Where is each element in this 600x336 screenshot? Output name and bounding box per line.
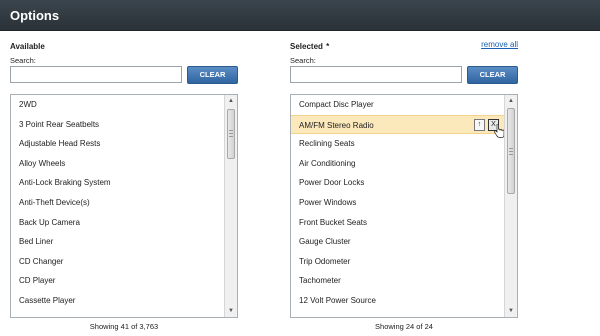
list-item[interactable]: Reclining Seats xyxy=(291,134,505,154)
selected-scroll-thumb[interactable] xyxy=(507,108,515,194)
list-item-label: Anti-Theft Device(s) xyxy=(19,197,90,207)
list-item-label: Child Safety Locks xyxy=(19,316,85,317)
list-item-label: Adjustable Head Rests xyxy=(19,139,101,149)
list-item[interactable]: Compact Disc Player xyxy=(291,95,505,115)
list-item-label: CD Player xyxy=(19,276,56,286)
list-item[interactable]: Power Windows xyxy=(291,193,505,213)
selected-scrollbar[interactable]: ▲ ▼ xyxy=(504,95,517,317)
list-item[interactable]: Power Door Locks xyxy=(291,173,505,193)
list-item[interactable]: Anti-Lock Braking System xyxy=(11,173,225,193)
selected-list: Compact Disc Player AM/FM Stereo Radio ↑ X R… xyxy=(290,94,518,318)
list-item-label: Trip Odometer xyxy=(299,256,351,266)
scroll-down-icon[interactable]: ▼ xyxy=(505,305,517,317)
list-item[interactable]: 3 Point Rear Seatbelts xyxy=(11,115,225,135)
available-scrollbar[interactable]: ▲ ▼ xyxy=(224,95,237,317)
list-item[interactable]: Child Safety Locks xyxy=(11,311,225,317)
available-count: Showing 41 of 3,763 xyxy=(89,322,159,331)
available-title: Available xyxy=(10,42,45,51)
list-item-label: Power Windows xyxy=(299,197,357,207)
list-item[interactable]: CD Changer xyxy=(11,252,225,272)
options-header: Options xyxy=(0,0,600,31)
list-item[interactable]: Adjustable Head Rests xyxy=(11,134,225,154)
list-item-label: Gauge Cluster xyxy=(299,237,351,247)
list-item[interactable]: Gauge Cluster xyxy=(291,232,505,252)
list-item-label: Alloy Wheels xyxy=(19,158,66,168)
list-item-label: Tilt Steering xyxy=(299,316,341,317)
move-up-button[interactable]: ↑ xyxy=(474,118,485,131)
list-item-label: Anti-Lock Braking System xyxy=(19,178,111,188)
selected-clear-button[interactable]: CLEAR xyxy=(467,66,518,84)
list-item[interactable]: Air Conditioning xyxy=(291,154,505,174)
page-title: Options xyxy=(10,8,60,23)
list-item-label: Cassette Player xyxy=(19,295,76,305)
list-item[interactable]: Alloy Wheels xyxy=(11,154,225,174)
scroll-up-icon[interactable]: ▲ xyxy=(505,95,517,107)
list-item[interactable]: CD Player xyxy=(11,271,225,291)
remove-all-link[interactable]: remove all xyxy=(481,40,518,49)
available-scroll-thumb[interactable] xyxy=(227,109,235,159)
list-item-label: Bed Liner xyxy=(19,237,54,247)
list-item-label: Air Conditioning xyxy=(299,158,356,168)
list-item-label: 2WD xyxy=(19,100,37,109)
list-item[interactable]: Cassette Player xyxy=(11,291,225,311)
list-item[interactable]: Front Bucket Seats xyxy=(291,213,505,233)
selected-title-text: Selected xyxy=(290,42,323,51)
available-search-label: Search: xyxy=(10,56,36,65)
list-item-label: Front Bucket Seats xyxy=(299,217,368,227)
required-mark: * xyxy=(326,42,330,51)
list-item-label: Reclining Seats xyxy=(299,139,355,149)
list-item-label: Tachometer xyxy=(299,276,341,286)
list-item-label: Back Up Camera xyxy=(19,217,80,227)
list-item[interactable]: Bed Liner xyxy=(11,232,225,252)
list-item-label: AM/FM Stereo Radio xyxy=(299,120,374,130)
list-item[interactable]: Tilt Steering xyxy=(291,311,505,317)
list-item-label: 3 Point Rear Seatbelts xyxy=(19,119,100,129)
selected-title: Selected * xyxy=(290,42,329,51)
selected-search-input[interactable] xyxy=(290,66,462,83)
selected-count: Showing 24 of 24 xyxy=(375,322,433,331)
list-item-label: Power Door Locks xyxy=(299,178,365,188)
selected-search-label: Search: xyxy=(290,56,316,65)
selected-items: Compact Disc Player AM/FM Stereo Radio ↑ X R… xyxy=(291,95,505,317)
available-clear-button[interactable]: CLEAR xyxy=(187,66,238,84)
list-item-label: Compact Disc Player xyxy=(299,100,374,109)
scroll-down-icon[interactable]: ▼ xyxy=(225,305,237,317)
list-item[interactable]: Tachometer xyxy=(291,271,505,291)
available-items: 2WD 3 Point Rear Seatbelts Adjustable Head… xyxy=(11,95,225,317)
list-item[interactable]: AM/FM Stereo Radio ↑ X xyxy=(291,114,505,138)
list-item[interactable]: 2WD xyxy=(11,95,225,115)
list-item[interactable]: Anti-Theft Device(s) xyxy=(11,193,225,213)
list-item[interactable]: Trip Odometer xyxy=(291,252,505,272)
list-item[interactable]: 12 Volt Power Source xyxy=(291,291,505,311)
scroll-up-icon[interactable]: ▲ xyxy=(225,95,237,107)
list-item-label: 12 Volt Power Source xyxy=(299,295,376,305)
list-item[interactable]: Back Up Camera xyxy=(11,213,225,233)
available-search-input[interactable] xyxy=(10,66,182,83)
list-item-label: CD Changer xyxy=(19,256,64,266)
available-list: 2WD 3 Point Rear Seatbelts Adjustable Head… xyxy=(10,94,238,318)
